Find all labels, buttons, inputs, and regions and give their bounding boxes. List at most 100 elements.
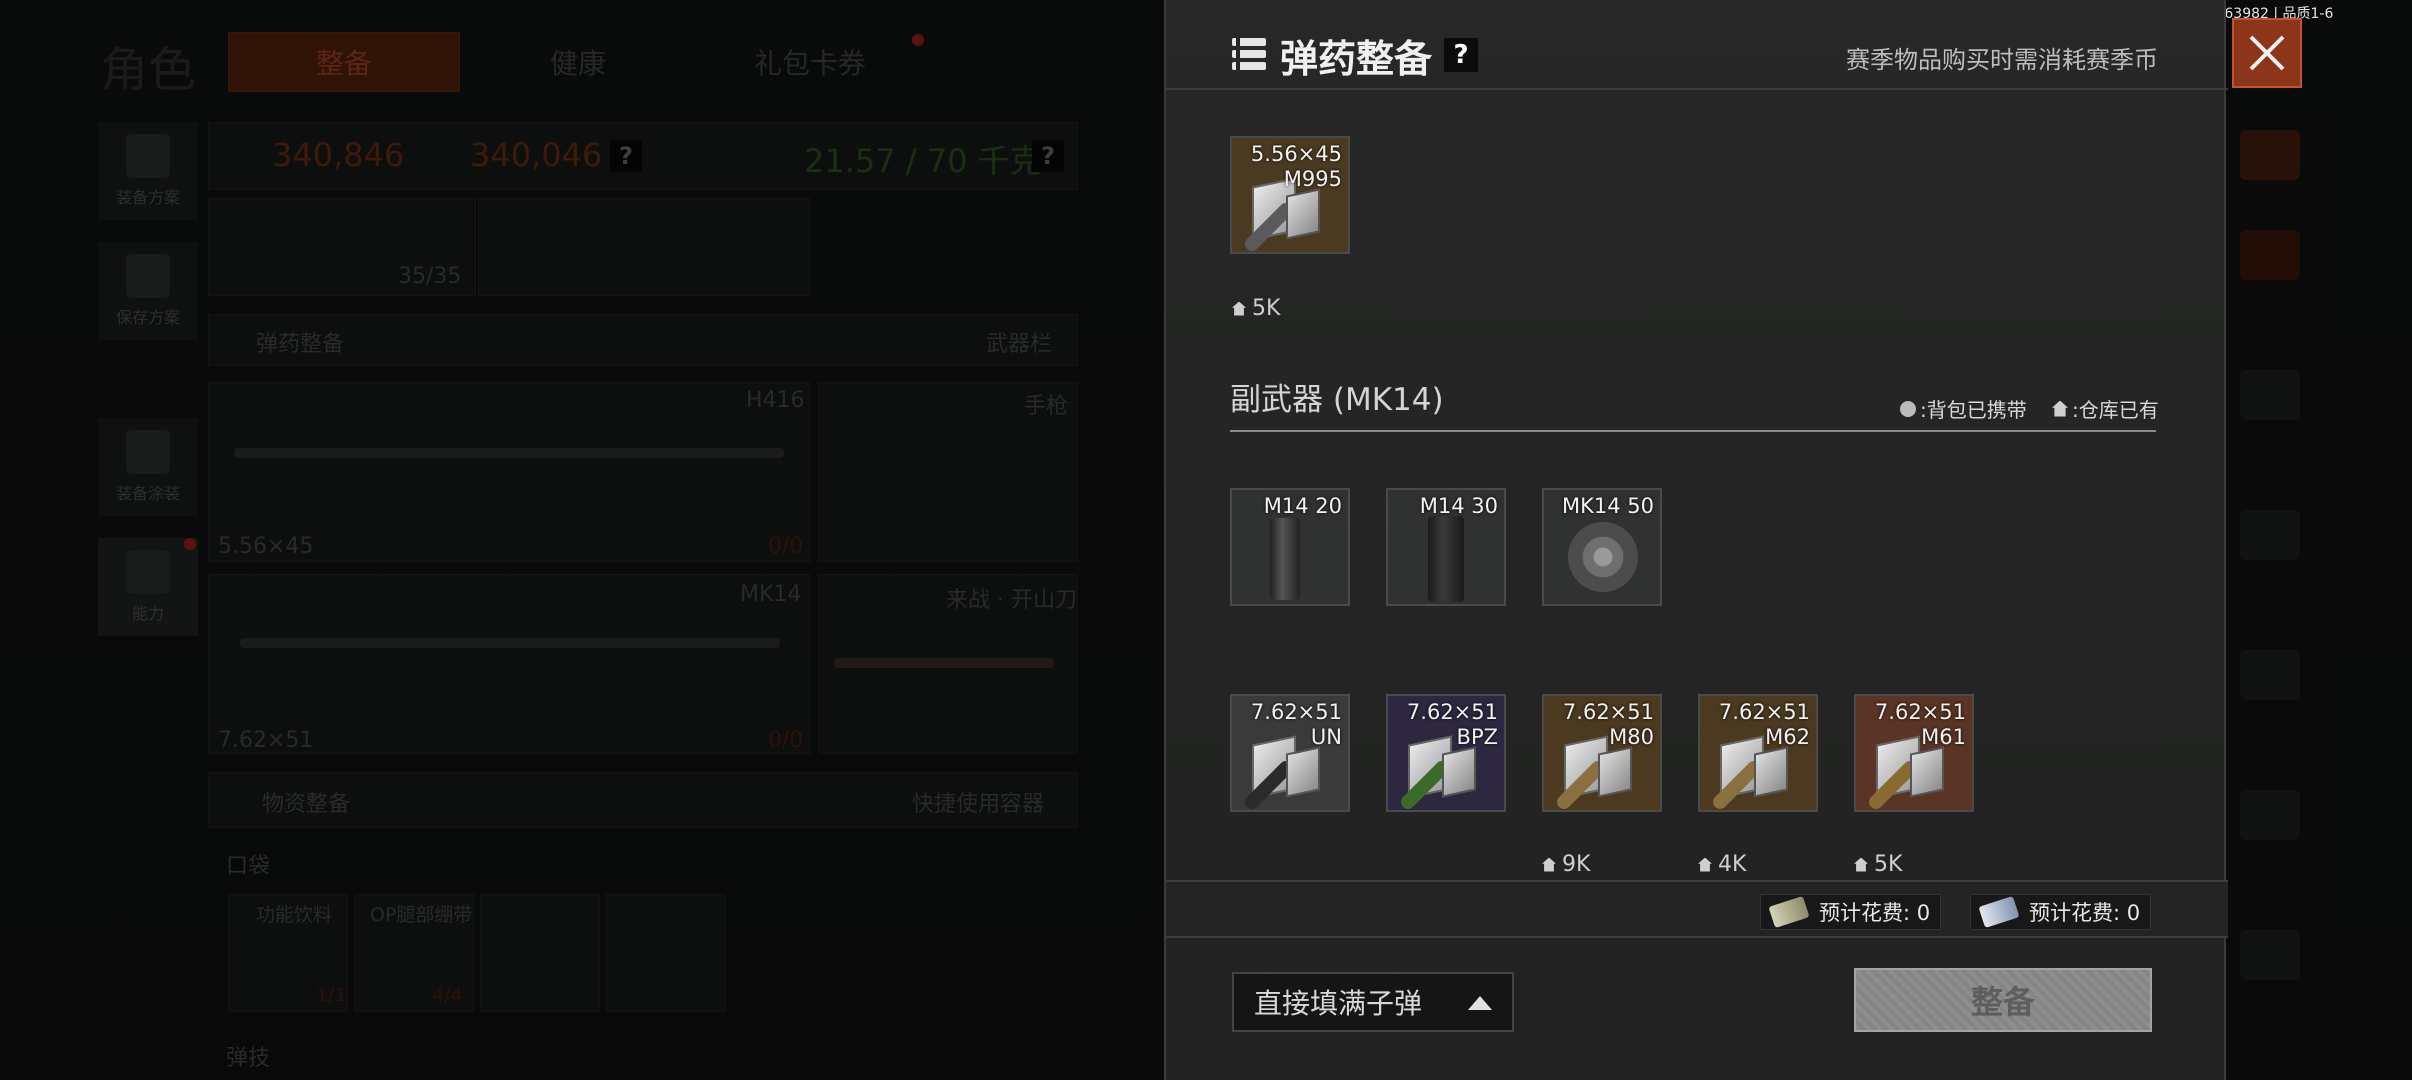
ammo-item-762[interactable]: 7.62×51 M80 <box>1542 694 1662 812</box>
notification-dot <box>912 34 924 46</box>
help-icon[interactable]: ? <box>1032 140 1064 172</box>
currency-a: 340,846 <box>272 136 405 174</box>
primary-caliber: 5.56×45 <box>218 534 314 559</box>
weapon-bar-label: 武器栏 <box>986 332 1053 357</box>
magazine-label: MK14 50 <box>1561 494 1654 518</box>
secondary-weapon-name: MK14 <box>740 582 802 607</box>
notification-dot <box>184 538 196 550</box>
ammo-label: 7.62×51 M80 <box>1562 700 1654 749</box>
fill-mode-dropdown[interactable]: 直接填满子弹 <box>1232 972 1514 1032</box>
help-icon[interactable]: ? <box>610 140 642 172</box>
pocket-item-empty[interactable] <box>480 894 600 1012</box>
house-icon <box>1854 857 1868 872</box>
section-divider <box>1230 430 2156 432</box>
ammo-box-icon <box>1442 746 1476 798</box>
ammo-box-icon <box>1910 746 1944 798</box>
category-icon[interactable] <box>2240 230 2300 280</box>
ammo-loadout-dialog: 弹药整备 ? 赛季物品购买时需消耗赛季币 5.56×45 M995 5K 副武器… <box>1164 0 2228 1080</box>
nav-label: 装备涂装 <box>115 484 180 503</box>
nav-abilities[interactable]: 能力 <box>98 538 198 636</box>
bg-partial-label: 弹技 <box>226 1046 271 1071</box>
category-icon[interactable] <box>2240 790 2300 840</box>
category-icon[interactable] <box>2240 510 2300 560</box>
drum-magazine-icon <box>1568 522 1638 592</box>
secondary-caliber: 7.62×51 <box>218 728 314 753</box>
stock-value: 5K <box>1252 296 1281 321</box>
lightning-icon <box>126 550 170 594</box>
pocket-item-empty[interactable] <box>606 894 726 1012</box>
machete-icon <box>834 658 1054 668</box>
ammo-item-762[interactable]: 7.62×51 BPZ <box>1386 694 1506 812</box>
house-icon <box>1542 857 1556 872</box>
stash-stock: 5K <box>1854 852 1902 877</box>
quick-container-label: 快捷使用容器 <box>912 792 1045 817</box>
tab-gift-vouchers[interactable]: 礼包卡券 <box>700 32 920 92</box>
nav-loadout-plan[interactable]: 装备方案 <box>98 122 198 220</box>
cost-chip-season: 预计花费: 0 <box>1970 894 2152 930</box>
download-icon <box>126 254 170 298</box>
help-button[interactable]: ? <box>1444 38 1478 72</box>
pocket-item-name: 功能饮料 <box>256 904 333 926</box>
tab-equip[interactable]: 整备 <box>228 32 460 92</box>
stock-value: 5K <box>1874 852 1903 877</box>
primary-ammo-count: 0/0 <box>768 534 804 559</box>
nav-label: 装备方案 <box>115 188 180 207</box>
ammo-stack-icon <box>1232 38 1266 70</box>
currency-b: 340,046 <box>470 136 603 174</box>
cost-summary-bar: 预计花费: 0 预计花费: 0 <box>1166 880 2228 938</box>
stash-stock: 9K <box>1542 852 1590 877</box>
magazine-m14-30[interactable]: M14 30 <box>1386 488 1506 606</box>
pocket-item-count: 1/1 <box>316 984 347 1006</box>
dialog-header: 弹药整备 ? 赛季物品购买时需消耗赛季币 <box>1166 14 2228 90</box>
game-screen: 角色 整备 健康 礼包卡券 装备方案 保存方案 装备涂装 能力 340,846 … <box>0 0 2412 1080</box>
weight-readout: 21.57 / 70 千克 <box>804 142 1042 180</box>
magazine-icon <box>1270 518 1300 600</box>
ammo-item-556-m995[interactable]: 5.56×45 M995 <box>1230 136 1350 254</box>
nav-label: 保存方案 <box>115 308 180 327</box>
stock-value: 9K <box>1562 852 1591 877</box>
nav-save-plan[interactable]: 保存方案 <box>98 242 198 340</box>
stash-stock: 5K <box>1232 296 1280 321</box>
magazine-m14-20[interactable]: M14 20 <box>1230 488 1350 606</box>
magazine-mk14-50[interactable]: MK14 50 <box>1542 488 1662 606</box>
bg-ammo-button[interactable]: 弹药整备 <box>256 326 344 358</box>
currency-note-icon <box>1768 895 1810 929</box>
dropdown-label: 直接填满子弹 <box>1254 987 1423 1020</box>
legend-stash: :仓库已有 <box>2052 394 2159 423</box>
primary-weapon-name: H416 <box>746 388 805 413</box>
cost-value: 预计花费: 0 <box>2029 901 2141 925</box>
tab-health[interactable]: 健康 <box>470 32 686 92</box>
category-icon[interactable] <box>2240 130 2300 180</box>
magazine-icon <box>1428 516 1464 602</box>
pistol-label: 手枪 <box>1024 394 1069 419</box>
ammo-label: 7.62×51 M61 <box>1874 700 1966 749</box>
ammo-box-icon <box>1598 746 1632 798</box>
ammo-label: 5.56×45 M995 <box>1250 142 1342 191</box>
category-icon[interactable] <box>2240 370 2300 420</box>
vest-icon <box>126 134 170 178</box>
pocket-item-name: OP腿部绷带 <box>370 904 473 926</box>
house-icon <box>2052 400 2068 417</box>
ammo-box-icon <box>1286 188 1320 240</box>
ammo-box-icon <box>1286 746 1320 798</box>
bg-supplies-button[interactable]: 物资整备 <box>262 786 350 818</box>
empty-slot[interactable] <box>478 198 810 296</box>
category-icon[interactable] <box>2240 930 2300 980</box>
secondary-weapon-slot[interactable] <box>208 574 810 754</box>
legend-text: :仓库已有 <box>2072 398 2159 422</box>
close-button[interactable] <box>2232 18 2302 88</box>
melee-label: 来战 · 开山刀 <box>946 588 1077 613</box>
close-icon <box>2249 35 2285 71</box>
ammo-item-762[interactable]: 7.62×51 M61 <box>1854 694 1974 812</box>
ammo-item-762[interactable]: 7.62×51 UN <box>1230 694 1350 812</box>
ammo-item-762[interactable]: 7.62×51 M62 <box>1698 694 1818 812</box>
category-icon[interactable] <box>2240 650 2300 700</box>
ammo-label: 7.62×51 M62 <box>1718 700 1810 749</box>
equip-button[interactable]: 整备 <box>1854 968 2152 1032</box>
ammo-label: 7.62×51 UN <box>1250 700 1342 749</box>
house-icon <box>1232 301 1246 316</box>
secondary-weapon-section-title: 副武器 (MK14) <box>1230 382 1444 418</box>
legend-backpack: :背包已携带 <box>1900 394 2027 423</box>
nav-skins[interactable]: 装备涂装 <box>98 418 198 516</box>
stock-value: 4K <box>1718 852 1747 877</box>
